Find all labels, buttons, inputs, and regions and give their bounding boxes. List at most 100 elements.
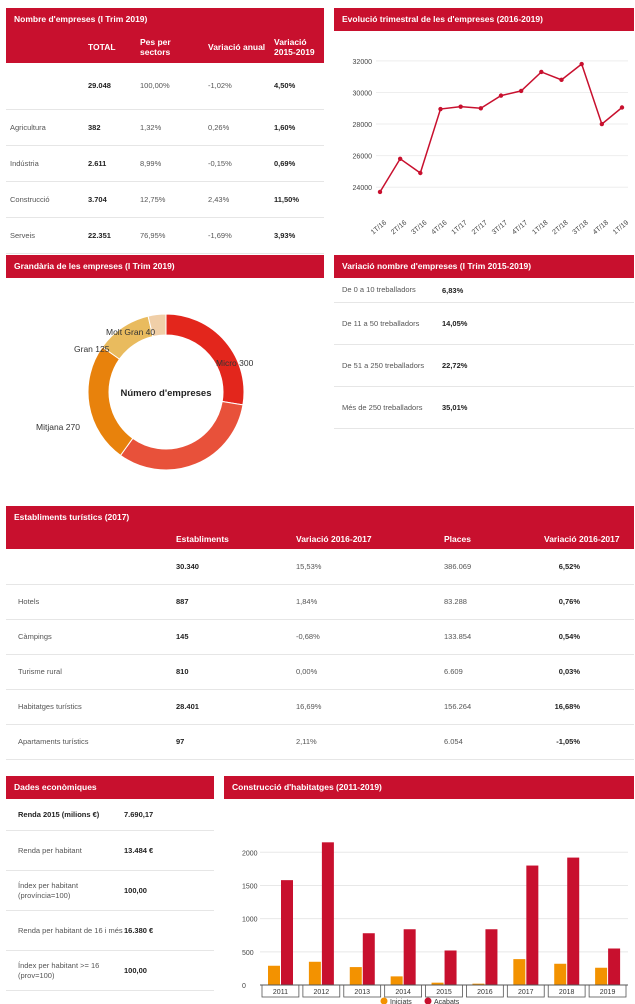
bar-acabats	[362, 933, 375, 985]
turistics-header: Variació 2016-2017	[544, 534, 620, 544]
bar-chart: 0 500 1000 1500 2000 2011 2012 2013 2014 2015 2016…	[242, 842, 628, 1004]
data-point	[418, 170, 423, 176]
empreses-header: Pes per sectors	[140, 37, 171, 57]
x-tick-label: 2T/18	[551, 219, 569, 236]
turistics-cell-places: 156.264	[444, 702, 472, 711]
empreses-cell-var: 3,93%	[274, 230, 296, 240]
turistics-cell-est: 28.401	[176, 702, 199, 711]
bar-iniciats	[554, 963, 567, 985]
evolucio-title: Evolució trimestral de les d'empreses (2…	[334, 8, 634, 31]
bar-iniciats	[595, 967, 608, 985]
legend-label: Iniciats	[390, 999, 412, 1004]
bar-acabats	[526, 865, 539, 985]
turistics-cell-places: 83.288	[444, 597, 467, 606]
data-point	[619, 105, 625, 110]
bar-iniciats	[268, 965, 280, 985]
turistics-row: 30.340 15,53% 386.069 6,52%	[6, 549, 634, 584]
data-point	[599, 121, 605, 127]
donut-label: Gran 125	[74, 344, 110, 354]
bar-acabats	[567, 857, 580, 985]
x-tick-label: 3T/17	[491, 219, 509, 236]
empreses-table: TOTAL Pes per sectors Variació anual Var…	[6, 31, 324, 254]
turistics-cell-est: 97	[176, 737, 185, 746]
empreses-cell-label: Construcció	[10, 194, 50, 204]
turistics-cell-places: 133.854	[444, 632, 472, 641]
y-tick-label: 32000	[353, 59, 373, 66]
turistics-panel: Establiments turístics (2017) Establimen…	[6, 506, 634, 772]
donut-label: Micro 300	[216, 358, 254, 368]
y-tick-label: 24000	[353, 185, 373, 192]
bar-acabats	[444, 950, 457, 985]
x-tick-label: 4T/17	[511, 219, 529, 236]
x-tick-label: 4T/16	[430, 219, 448, 236]
bar-acabats	[608, 948, 621, 985]
turistics-cell-var2: 16,68%	[554, 702, 580, 711]
economiques-row: Índex per habitant (província=100) 100,00	[6, 871, 214, 911]
empreses-title: Nombre d'empreses (I Trim 2019)	[6, 8, 324, 31]
y-tick-label: 2000	[242, 850, 258, 857]
x-tick-label: 1T/16	[370, 219, 388, 236]
economiques-value: 13.484 €	[124, 846, 154, 855]
turistics-cell-var1: 15,53%	[296, 561, 322, 571]
turistics-cell-label: Hotels	[18, 597, 40, 606]
bar-iniciats	[308, 961, 321, 985]
turistics-cell-est: 810	[176, 667, 189, 676]
empreses-header: TOTAL	[88, 42, 116, 52]
donut-slice-petita	[119, 400, 244, 471]
turistics-header: Establiments	[176, 534, 229, 544]
turistics-cell-var2: 0,03%	[558, 667, 580, 676]
variacio-value: 14,05%	[442, 319, 468, 328]
empreses-cell-pes: 8,99%	[140, 158, 162, 168]
empreses-cell-var: 4,50%	[274, 81, 296, 91]
turistics-header	[6, 529, 172, 549]
construccio-panel: Construcció d'habitatges (2011-2019) 0 50…	[224, 776, 634, 1004]
turistics-title: Establiments turístics (2017)	[6, 506, 634, 529]
data-point	[539, 69, 544, 75]
economiques-panel: Dades econòmiques Renda 2015 (milions €)…	[6, 776, 214, 1002]
turistics-cell-var1: 2,11%	[296, 737, 317, 746]
empreses-cell-total: 2.611	[88, 158, 107, 168]
economiques-title: Dades econòmiques	[6, 776, 214, 799]
data-point	[518, 88, 524, 94]
empreses-cell-pes: 100,00%	[140, 81, 170, 91]
turistics-cell-var1: 1,84%	[296, 597, 318, 606]
empreses-cell-anual: -1,02%	[208, 81, 232, 91]
x-tick-label: 4T/18	[592, 219, 610, 236]
grandaria-panel: Grandària de les empreses (I Trim 2019) …	[6, 255, 324, 480]
x-tick-label: 3T/16	[410, 219, 428, 236]
empreses-cell-label: Serveis	[10, 230, 36, 240]
empreses-cell-pes: 1,32%	[140, 122, 162, 132]
turistics-cell-places: 6.054	[444, 737, 463, 746]
x-tick-label: 2019	[600, 989, 616, 996]
turistics-cell-label: Habitatges turístics	[18, 702, 82, 711]
donut-slice-gran	[101, 315, 154, 360]
empreses-cell-anual: -0,15%	[208, 158, 232, 168]
economiques-value: 16.380 €	[124, 926, 154, 935]
data-point	[579, 61, 584, 67]
data-point	[478, 106, 484, 111]
construccio-title: Construcció d'habitatges (2011-2019)	[224, 776, 634, 799]
economiques-label: Índex per habitant >= 16 (prov=100)	[18, 960, 100, 980]
turistics-row: Càmpings 145 -0,68% 133.854 0,54%	[6, 619, 634, 654]
series-line	[379, 62, 623, 193]
turistics-row: Apartaments turístics 97 2,11% 6.054 -1,05%	[6, 724, 634, 759]
data-point	[397, 156, 403, 161]
turistics-cell-var2: 0,76%	[558, 597, 580, 606]
empreses-cell-anual: 0,26%	[208, 122, 230, 132]
turistics-cell-label: Turisme rural	[18, 667, 62, 676]
x-tick-label: 2012	[314, 989, 330, 996]
empreses-cell-total: 3.704	[88, 194, 107, 204]
donut-slice-mitjana	[87, 346, 134, 457]
data-point	[498, 93, 504, 98]
y-tick-label: 500	[242, 950, 254, 957]
empreses-cell-pes: 76,95%	[140, 230, 166, 240]
donut-center-label: Número d'empreses	[121, 388, 212, 399]
empreses-header-row: TOTAL Pes per sectors Variació anual Var…	[6, 31, 324, 63]
x-tick-label: 2011	[273, 989, 288, 996]
variacio-row: Més de 250 treballadors 35,01%	[334, 387, 634, 429]
variacio-label: Més de 250 treballadors	[342, 402, 423, 412]
economiques-label: Índex per habitant (província=100)	[18, 880, 79, 900]
variacio-row: De 51 a 250 treballadors 22,72%	[334, 345, 634, 387]
legend-label: Acabats	[434, 999, 460, 1004]
empreses-header	[6, 31, 84, 63]
